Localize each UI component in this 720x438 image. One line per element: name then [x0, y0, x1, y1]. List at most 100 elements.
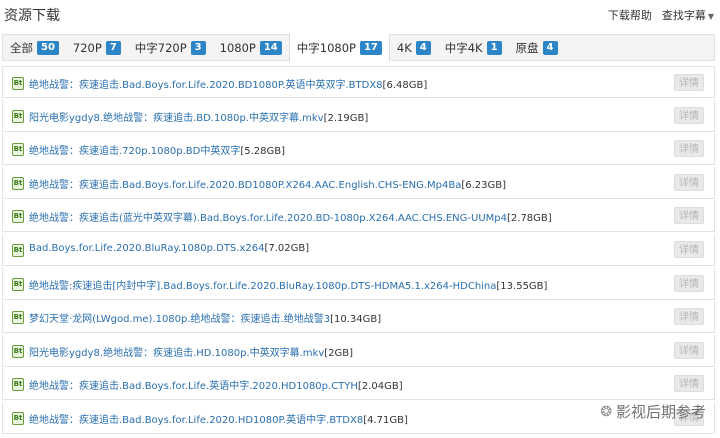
detail-button[interactable]: 详情 [674, 274, 704, 292]
download-link[interactable]: Bad.Boys.for.Life.2020.BluRay.1080p.DTS.… [29, 243, 309, 254]
tab-count-badge: 3 [190, 40, 206, 55]
file-size: [4.71GB] [363, 414, 408, 426]
tab-count-badge: 14 [259, 40, 282, 55]
file-size: [2.19GB] [323, 112, 369, 124]
tab-label: 全部 [10, 40, 33, 55]
header-links: 下载帮助 查找字幕 ▼ [608, 7, 714, 23]
file-name: 梦幻天堂·龙网(LWgod.me).1080p.绝地战警：疾速追击.绝地战警3 [29, 314, 331, 326]
list-item: Bt 绝地战警：疾速追击.720p.1080p.BD中英双字[5.28GB] 详情 [2, 133, 715, 166]
bt-file-icon: Bt [12, 378, 24, 392]
bt-file-icon: Bt [12, 210, 24, 224]
tab-label: 4K [396, 40, 412, 55]
bt-file-icon: Bt [12, 109, 24, 123]
list-item: Bt 绝地战警：疾速追击.Bad.Boys.for.Life.英语中字.2020.… [2, 368, 715, 401]
file-size: [5.28GB] [240, 146, 286, 158]
download-link[interactable]: 绝地战警：疾速追击.Bad.Boys.for.Life.2020.BD1080P… [29, 176, 506, 191]
file-name: 阳光电影ygdy8.绝地战警：疾速追击.BD.1080p.中英双字幕.mkv [29, 112, 324, 124]
download-link[interactable]: 绝地战警：疾速追击.Bad.Boys.for.Life.2020.BD1080P… [29, 76, 427, 91]
detail-button[interactable]: 详情 [674, 341, 704, 359]
tab-7[interactable]: 原盘 4 [509, 35, 565, 60]
file-name: 绝地战警:疾速追击[内封中字].Bad.Boys.for.Life.2020.B… [29, 280, 497, 292]
file-name: 绝地战警：疾速追击.Bad.Boys.for.Life.2020.BD1080P… [29, 80, 383, 91]
list-item: Bt 绝地战警：疾速追击.Bad.Boys.for.Life.2020.BD108… [2, 66, 715, 98]
download-help-link[interactable]: 下载帮助 [608, 7, 652, 23]
download-link[interactable]: 绝地战警:疾速追击[内封中字].Bad.Boys.for.Life.2020.B… [29, 277, 547, 292]
bt-file-icon: Bt [12, 143, 24, 157]
file-size: [2.04GB] [357, 381, 403, 393]
bt-file-icon: Bt [12, 176, 24, 190]
detail-button[interactable]: 详情 [674, 240, 704, 258]
file-size: [7.02GB] [264, 242, 310, 254]
tab-count-badge: 50 [37, 40, 59, 55]
download-link[interactable]: 阳光电影ygdy8.绝地战警：疾速追击.BD.1080p.中英双字幕.mkv[2… [29, 109, 368, 124]
tab-label: 中字1080P [296, 41, 356, 55]
file-name: 绝地战警：疾速追击.Bad.Boys.for.Life.2020.HD1080P… [29, 414, 364, 426]
file-size: [6.48GB] [382, 80, 428, 91]
list-item: Bt Bad.Boys.for.Life.2020.BluRay.1080p.DT… [2, 233, 715, 266]
tab-label: 中字4K [444, 40, 483, 55]
wechat-icon: ❂ [600, 403, 612, 420]
list-item: Bt 阳光电影ygdy8.绝地战警：疾速追击.HD.1080p.中英双字幕.mkv… [2, 334, 715, 367]
file-size: [2GB] [324, 347, 354, 359]
list-item: Bt 绝地战警：疾速追击.Bad.Boys.for.Life.2020.BD108… [2, 166, 715, 199]
list-item: Bt 梦幻天堂·龙网(LWgod.me).1080p.绝地战警：疾速追击.绝地战警… [2, 301, 715, 334]
file-name: 绝地战警：疾速追击.Bad.Boys.for.Life.2020.BD1080P… [29, 179, 462, 191]
find-subtitles-dropdown[interactable]: 查找字幕 ▼ [662, 7, 714, 23]
download-link[interactable]: 绝地战警：疾速追击.720p.1080p.BD中英双字[5.28GB] [29, 142, 285, 157]
tab-label: 原盘 [515, 40, 539, 55]
list-item: Bt 阳光电影ygdy8.绝地战警：疾速追击.BD.1080p.中英双字幕.mkv… [2, 99, 715, 132]
page-title: 资源下载 [4, 8, 60, 24]
detail-button[interactable]: 详情 [674, 106, 704, 124]
tab-count-badge: 17 [359, 41, 382, 55]
bt-file-icon: Bt [12, 344, 24, 358]
detail-button[interactable]: 详情 [674, 375, 704, 393]
resolution-tabs: 全部 50 720P 7 中字720P 3 1080P 14 中字1080P 17 4K 4 中字4K 1… [2, 34, 715, 62]
tab-0[interactable]: 全部 50 [3, 35, 66, 60]
file-size: [10.34GB] [330, 314, 382, 326]
tab-count-badge: 4 [415, 40, 431, 55]
file-size: [13.55GB] [496, 280, 548, 292]
watermark: ❂ 影视后期参考 [600, 401, 706, 422]
detail-button[interactable]: 详情 [674, 140, 704, 158]
list-item: Bt 绝地战警:疾速追击[内封中字].Bad.Boys.for.Life.2020… [2, 267, 715, 300]
resource-list: Bt 绝地战警：疾速追击.Bad.Boys.for.Life.2020.BD108… [2, 66, 715, 436]
list-item: Bt 绝地战警：疾速追击(蓝光中英双字幕).Bad.Boys.for.Life.2… [2, 200, 715, 233]
tab-2[interactable]: 中字720P 3 [128, 35, 213, 60]
find-subtitles-label: 查找字幕 [661, 9, 706, 22]
file-name: 阳光电影ygdy8.绝地战警：疾速追击.HD.1080p.中英双字幕.mkv [29, 347, 325, 359]
detail-button[interactable]: 详情 [674, 173, 704, 191]
download-link[interactable]: 阳光电影ygdy8.绝地战警：疾速追击.HD.1080p.中英双字幕.mkv[2… [29, 344, 353, 359]
download-link[interactable]: 绝地战警：疾速追击.Bad.Boys.for.Life.英语中字.2020.HD… [29, 377, 403, 392]
download-link[interactable]: 绝地战警：疾速追击(蓝光中英双字幕).Bad.Boys.for.Life.202… [29, 209, 552, 224]
file-name: 绝地战警：疾速追击.Bad.Boys.for.Life.英语中字.2020.HD… [29, 381, 358, 393]
tab-6[interactable]: 中字4K 1 [438, 35, 509, 60]
caret-down-icon: ▼ [707, 12, 714, 21]
bt-file-icon: Bt [12, 243, 24, 257]
header: 资源下载 下载帮助 查找字幕 ▼ [0, 0, 720, 28]
tab-3[interactable]: 1080P 14 [213, 35, 289, 60]
tab-5[interactable]: 4K 4 [390, 35, 438, 60]
tab-count-badge: 4 [542, 40, 558, 55]
tab-count-badge: 7 [105, 40, 121, 55]
watermark-text: 影视后期参考 [615, 403, 706, 421]
tab-label: 1080P [219, 40, 256, 55]
bt-file-icon: Bt [12, 411, 24, 425]
tab-label: 中字720P [134, 40, 187, 55]
file-size: [2.78GB] [507, 213, 552, 225]
file-name: Bad.Boys.for.Life.2020.BluRay.1080p.DTS.… [29, 242, 265, 254]
file-size: [6.23GB] [461, 179, 507, 191]
tab-count-badge: 1 [486, 40, 502, 55]
detail-button[interactable]: 详情 [674, 74, 704, 91]
detail-button[interactable]: 详情 [674, 308, 704, 326]
bt-file-icon: Bt [12, 311, 24, 325]
download-link[interactable]: 绝地战警：疾速追击.Bad.Boys.for.Life.2020.HD1080P… [29, 411, 408, 426]
tab-label: 720P [72, 40, 102, 55]
tab-4[interactable]: 中字1080P 17 [288, 34, 390, 62]
bt-file-icon: Bt [12, 277, 24, 291]
download-link[interactable]: 梦幻天堂·龙网(LWgod.me).1080p.绝地战警：疾速追击.绝地战警3[… [29, 310, 381, 325]
file-name: 绝地战警：疾速追击.720p.1080p.BD中英双字 [29, 146, 241, 158]
file-name: 绝地战警：疾速追击(蓝光中英双字幕).Bad.Boys.for.Life.202… [29, 213, 507, 225]
detail-button[interactable]: 详情 [674, 207, 704, 225]
bt-file-icon: Bt [12, 77, 24, 90]
tab-1[interactable]: 720P 7 [66, 35, 128, 60]
